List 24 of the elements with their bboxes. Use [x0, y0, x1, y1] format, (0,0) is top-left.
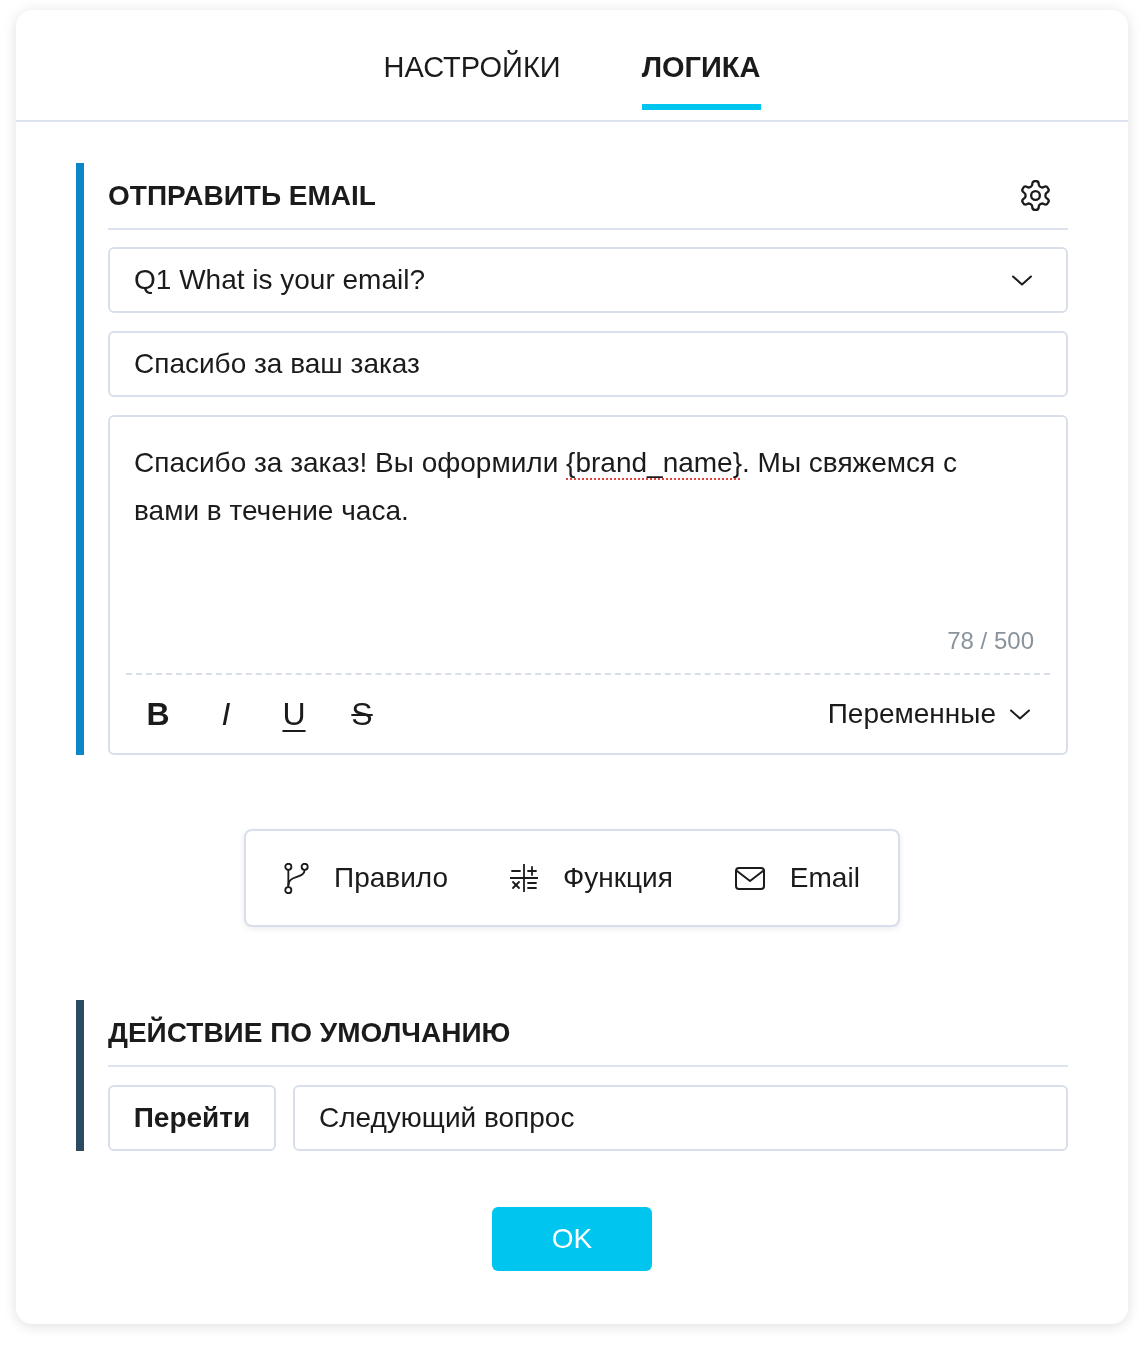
settings-icon [1020, 180, 1051, 211]
tab[interactable]: ЛОГИКА [641, 53, 761, 110]
character-counter: 78 / 500 [947, 626, 1034, 656]
chevron-down-icon [1010, 708, 1030, 720]
math-operators-icon [510, 864, 538, 892]
target-select[interactable]: Следующий вопрос [293, 1085, 1068, 1151]
strikethrough-button[interactable]: S [328, 690, 396, 738]
chevron-down-icon [1012, 274, 1032, 286]
underline-button[interactable]: U [260, 690, 328, 738]
question-select[interactable]: Q1 What is your email? [108, 247, 1068, 313]
branch-icon [284, 862, 309, 894]
subject-field[interactable]: Спасибо за ваш заказ [108, 331, 1068, 397]
rule-button[interactable]: Правило [284, 857, 448, 899]
email-button[interactable]: Email [734, 857, 860, 899]
select-value: Q1 What is your email? [134, 263, 425, 297]
envelope-icon [734, 866, 765, 890]
action-select[interactable]: Перейти [108, 1085, 276, 1151]
italic-button[interactable]: I [192, 690, 260, 738]
message-text[interactable]: Спасибо за заказ! Вы оформили {brand_name}. Мы свяжемся с вами в течение часа. [134, 439, 1014, 535]
bold-button[interactable]: B [124, 690, 192, 738]
variables-dropdown[interactable]: Переменные [827, 693, 1030, 735]
function-button[interactable]: Функция [510, 857, 673, 899]
section-title: ДЕЙСТВИЕ ПО УМОЛЧАНИЮ [108, 1015, 511, 1050]
section-title: ОТПРАВИТЬ EMAIL [108, 178, 376, 213]
